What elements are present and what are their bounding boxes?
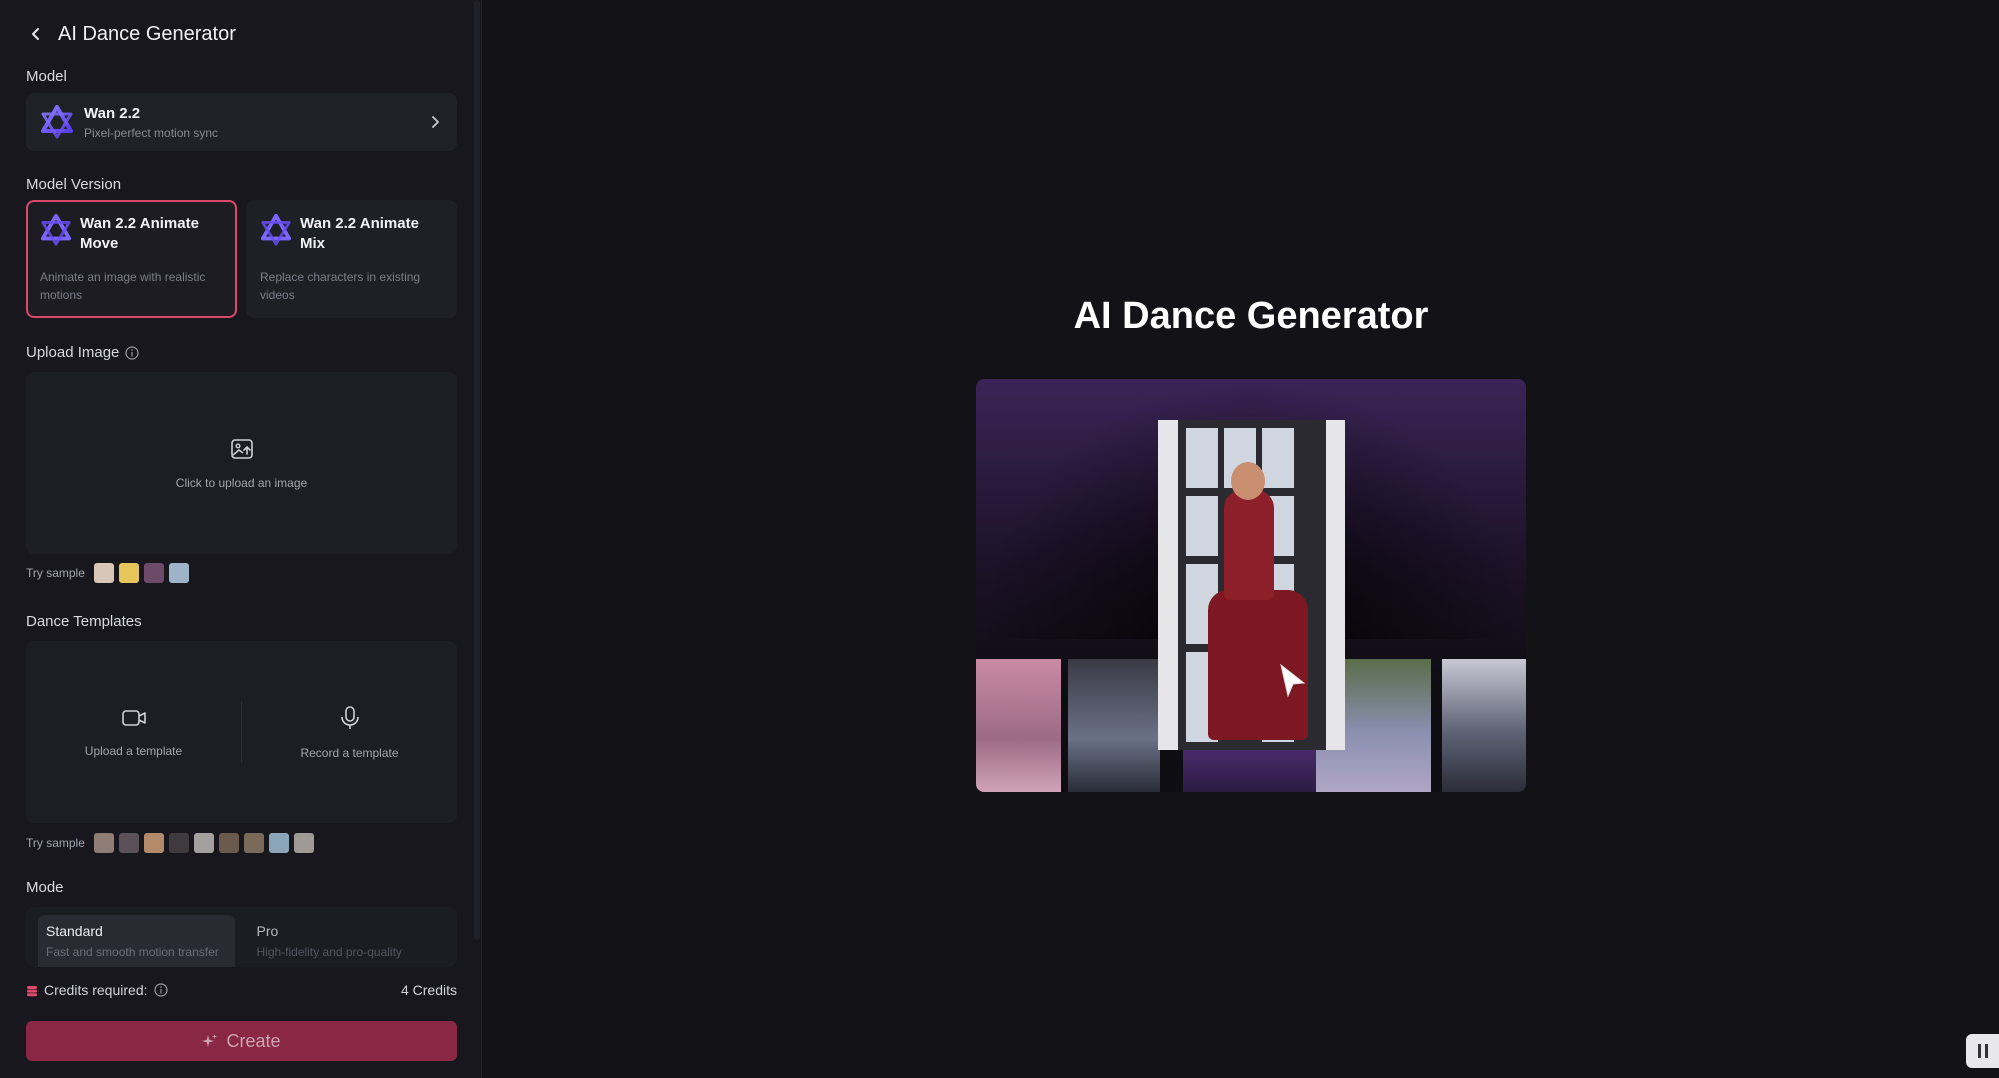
wan-logo-icon xyxy=(40,214,72,246)
sparkle-icon xyxy=(202,1033,218,1049)
info-icon[interactable] xyxy=(125,345,140,360)
sample-image-thumb[interactable] xyxy=(93,563,114,583)
wan-logo-icon xyxy=(40,105,74,139)
version-option-header: Wan 2.2 Animate Mix xyxy=(260,214,443,254)
window-pane xyxy=(1262,428,1294,488)
upload-image-dropzone[interactable]: Click to upload an image xyxy=(26,372,457,554)
sample-template-thumb[interactable] xyxy=(193,833,214,853)
widget-bar xyxy=(1977,1044,1981,1058)
mouse-cursor-icon xyxy=(1278,663,1308,699)
model-label-text: Model xyxy=(26,68,67,85)
dance-template-box: Upload a template Record a template xyxy=(26,641,457,823)
mode-label-text: Mode xyxy=(26,879,64,896)
sample-image-thumb[interactable] xyxy=(168,563,189,583)
upload-image-label-text: Upload Image xyxy=(26,344,120,361)
info-icon[interactable] xyxy=(153,983,168,997)
window-pane xyxy=(1186,496,1218,556)
sample-template-thumb[interactable] xyxy=(168,833,189,853)
sample-template-thumb[interactable] xyxy=(218,833,239,853)
sidebar-title: AI Dance Generator xyxy=(58,22,236,45)
version-option-description: Replace characters in existing videos xyxy=(260,270,421,302)
sidebar-header: AI Dance Generator xyxy=(26,18,236,50)
sample-image-thumb[interactable] xyxy=(118,563,139,583)
template-try-sample-row: Try sample xyxy=(26,833,314,853)
version-option-description: Animate an image with realistic motions xyxy=(40,270,206,302)
coin-stack-icon xyxy=(26,984,38,997)
model-version-label-text: Model Version xyxy=(26,176,122,193)
showcase-main-frame xyxy=(1158,420,1345,750)
model-subtitle: Pixel-perfect motion sync xyxy=(84,125,219,140)
floating-widget-tab[interactable] xyxy=(1966,1034,1999,1068)
sample-template-thumb[interactable] xyxy=(93,833,114,853)
mode-option-title: Standard xyxy=(46,923,103,939)
sample-template-thumb[interactable] xyxy=(293,833,314,853)
version-option-title: Wan 2.2 Animate Mix xyxy=(300,215,419,252)
create-button[interactable]: Create xyxy=(26,1021,457,1061)
app-root: AI Dance Generator Model Wan 2.2 Pixel-p… xyxy=(0,0,1999,1078)
version-option-animate-move[interactable]: Wan 2.2 Animate Move Animate an image wi… xyxy=(26,200,237,318)
widget-bar xyxy=(1984,1044,1988,1058)
try-sample-label: Try sample xyxy=(26,566,85,580)
credits-label-group: Credits required: xyxy=(26,982,168,998)
mode-option-description: Fast and smooth motion transfer xyxy=(46,945,219,959)
image-try-sample-row: Try sample xyxy=(26,563,189,583)
sidebar-scrollbar[interactable] xyxy=(474,0,480,940)
dance-templates-label: Dance Templates xyxy=(26,613,142,630)
showcase-frame xyxy=(1183,749,1323,792)
showcase-frame xyxy=(1068,659,1160,792)
mode-option-pro[interactable]: Pro High-fidelity and pro-quality xyxy=(249,915,446,967)
sample-template-thumb[interactable] xyxy=(243,833,264,853)
model-version-label: Model Version xyxy=(26,176,121,193)
version-option-animate-mix[interactable]: Wan 2.2 Animate Mix Replace characters i… xyxy=(246,200,457,318)
showcase-frame xyxy=(1442,659,1526,792)
try-sample-label: Try sample xyxy=(26,836,85,850)
dancer-figure xyxy=(1224,490,1274,600)
credits-label: Credits required: xyxy=(44,982,148,998)
image-upload-icon xyxy=(230,437,254,466)
mode-selector: Standard Fast and smooth motion transfer… xyxy=(26,907,457,967)
window-pane xyxy=(1186,428,1218,488)
chevron-left-icon[interactable] xyxy=(26,24,46,44)
mode-option-standard[interactable]: Standard Fast and smooth motion transfer xyxy=(38,915,235,967)
sample-template-thumb[interactable] xyxy=(118,833,139,853)
upload-template-label: Upload a template xyxy=(84,743,183,758)
record-template-button[interactable]: Record a template xyxy=(242,641,457,823)
mode-option-description: High-fidelity and pro-quality xyxy=(256,945,402,959)
version-option-header: Wan 2.2 Animate Move xyxy=(40,214,223,254)
record-template-label: Record a template xyxy=(300,745,399,760)
model-label: Model xyxy=(26,68,67,85)
create-button-label: Create xyxy=(226,1030,281,1051)
microphone-icon xyxy=(339,705,361,736)
video-camera-icon xyxy=(121,707,147,734)
dance-templates-label-text: Dance Templates xyxy=(26,613,142,630)
showcase-frame xyxy=(976,659,1061,792)
upload-template-button[interactable]: Upload a template xyxy=(26,641,241,823)
page-title: AI Dance Generator xyxy=(1073,295,1429,337)
mode-label: Mode xyxy=(26,879,64,896)
wan-logo-icon xyxy=(260,214,292,246)
credits-value: 4 Credits xyxy=(400,982,457,998)
sidebar: AI Dance Generator Model Wan 2.2 Pixel-p… xyxy=(0,0,482,1078)
hero-showcase xyxy=(976,379,1526,792)
sample-image-thumb[interactable] xyxy=(143,563,164,583)
sample-template-thumb[interactable] xyxy=(268,833,289,853)
mode-option-title: Pro xyxy=(256,923,279,939)
model-name: Wan 2.2 xyxy=(84,104,141,122)
dancer-figure xyxy=(1231,462,1265,500)
upload-image-label: Upload Image xyxy=(26,344,140,361)
model-selector[interactable]: Wan 2.2 Pixel-perfect motion sync xyxy=(26,93,457,151)
upload-image-prompt: Click to upload an image xyxy=(175,475,308,490)
model-text: Wan 2.2 Pixel-perfect motion sync xyxy=(84,105,427,140)
version-option-title: Wan 2.2 Animate Move xyxy=(80,215,199,252)
chevron-right-icon xyxy=(427,114,443,130)
credits-row: Credits required: 4 Credits xyxy=(26,980,457,1000)
sample-template-thumb[interactable] xyxy=(143,833,164,853)
